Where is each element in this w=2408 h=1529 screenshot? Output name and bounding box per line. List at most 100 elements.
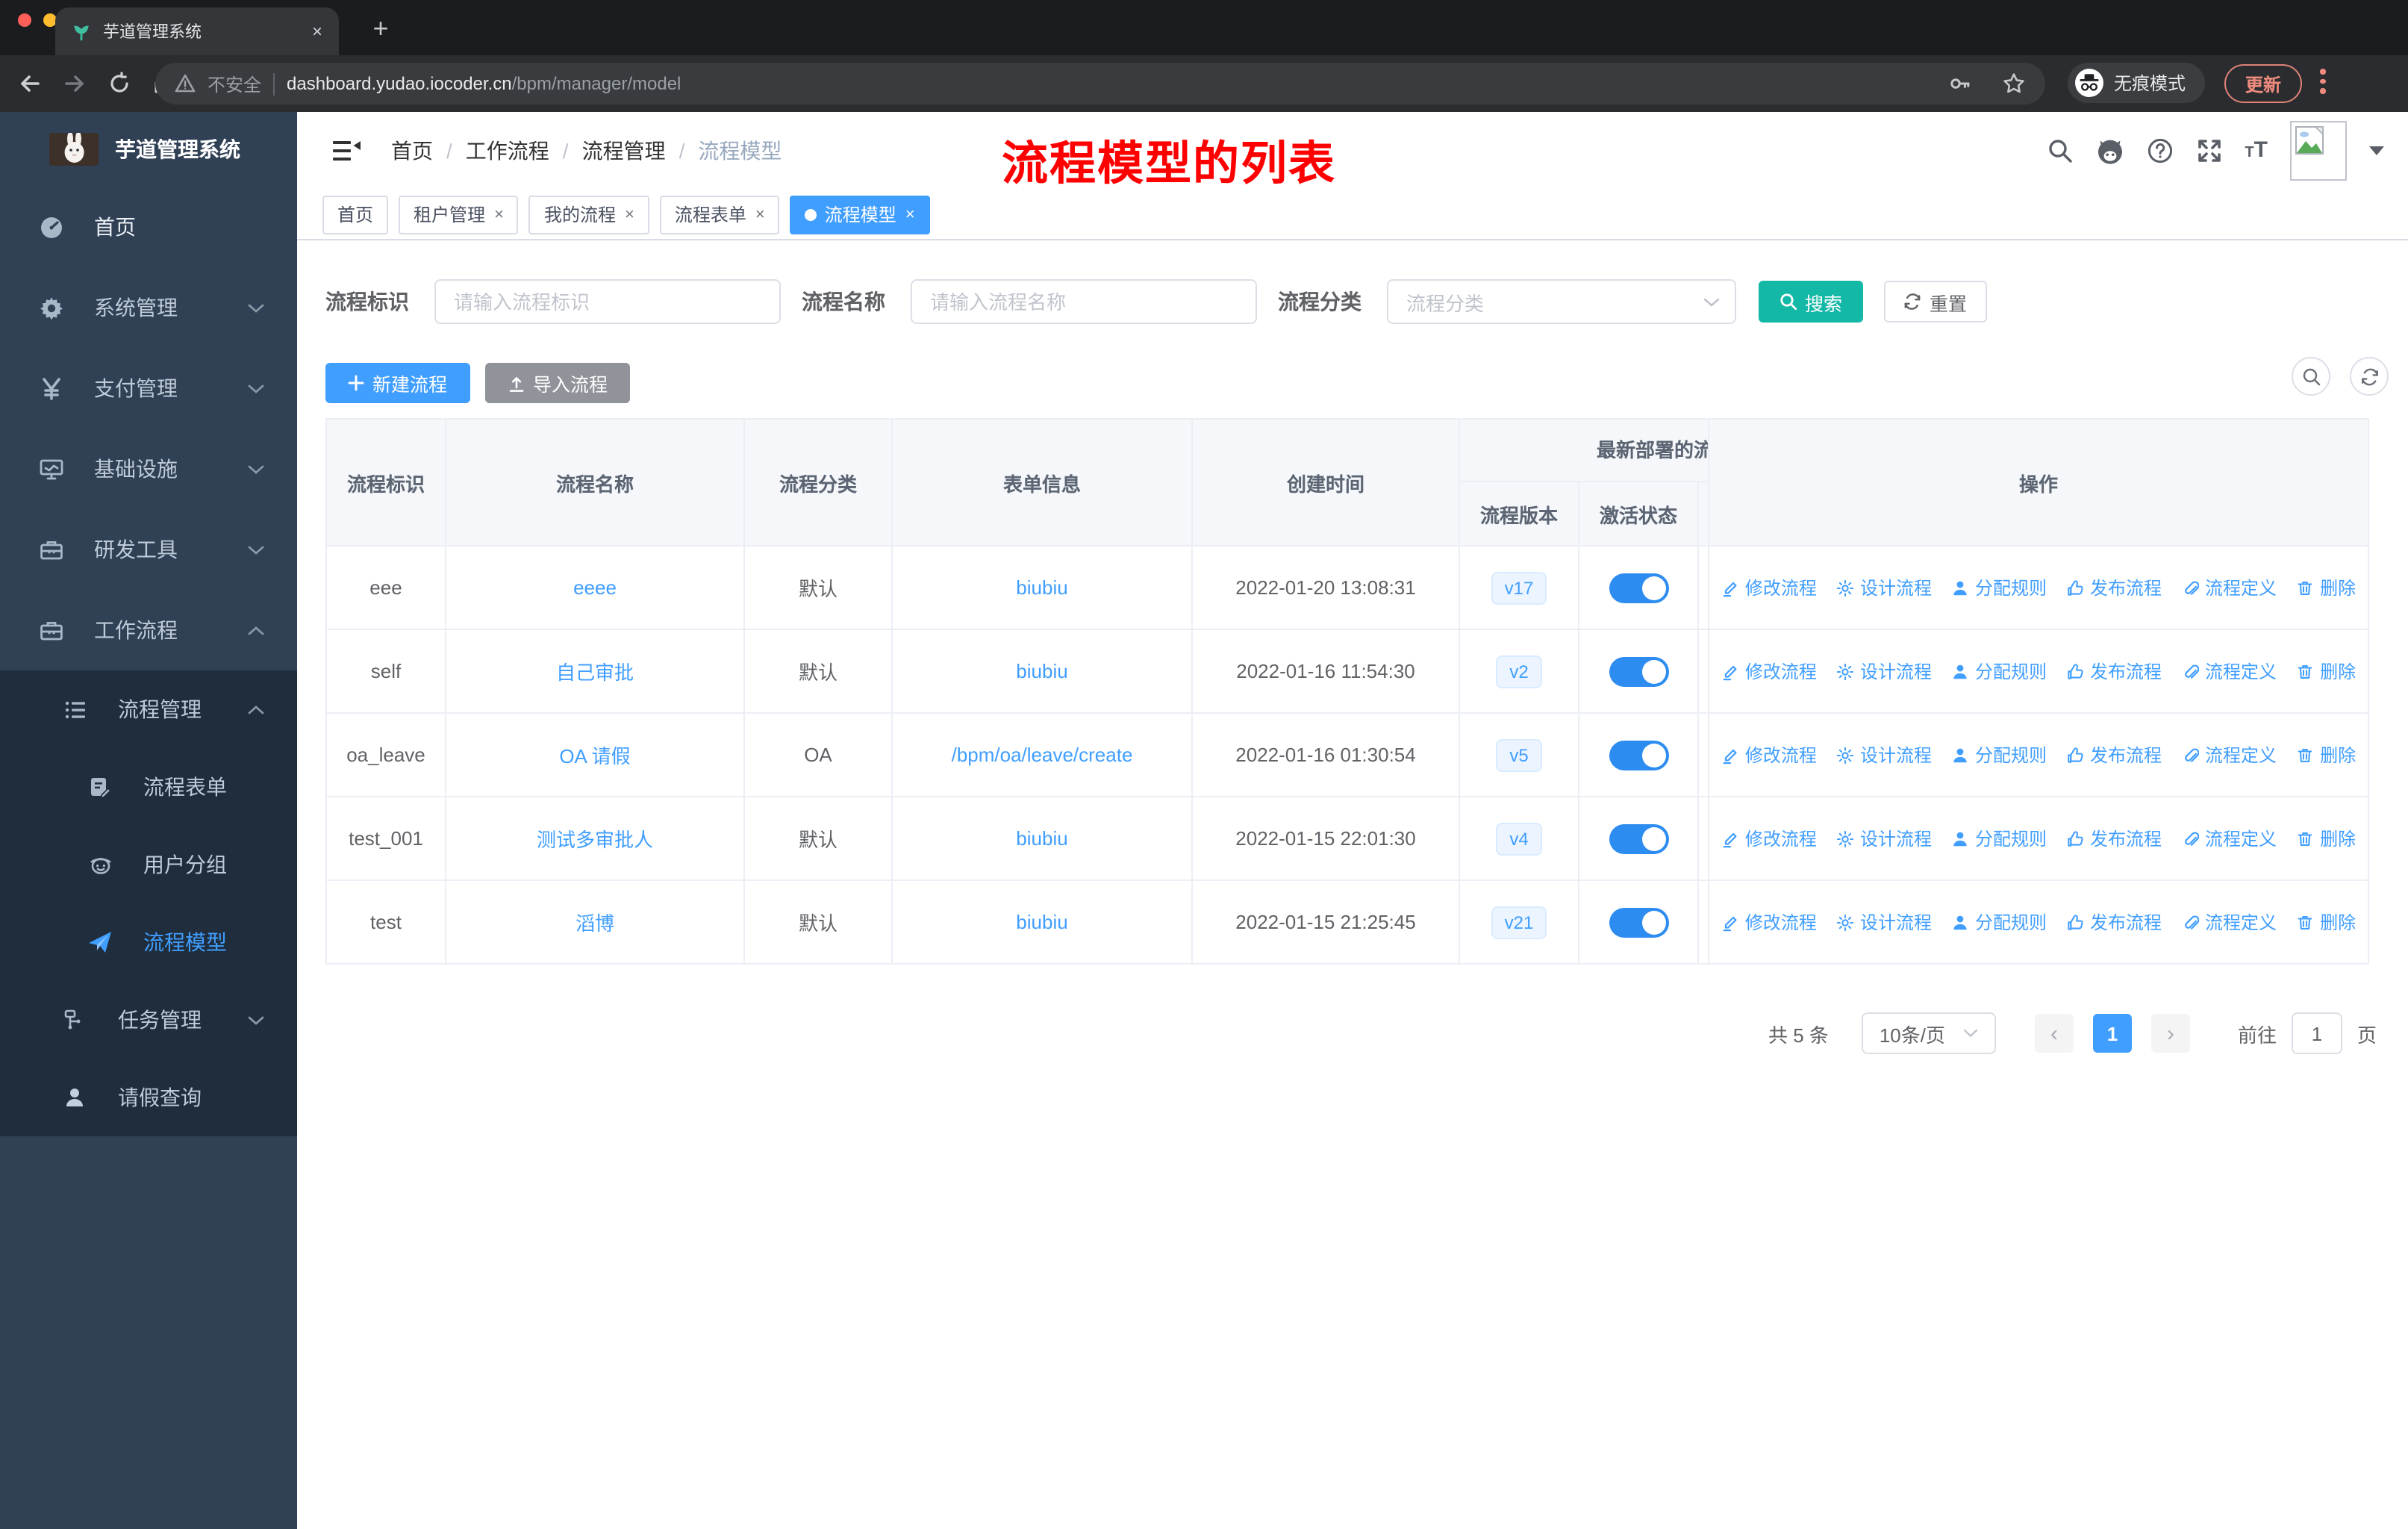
assign-rule-action[interactable]: 分配规则 — [1951, 575, 2047, 600]
sidebar-item-payment[interactable]: 支付管理 — [0, 348, 297, 429]
font-size-icon[interactable]: TT — [2245, 137, 2268, 164]
design-process-action[interactable]: 设计流程 — [1836, 575, 1932, 600]
search-icon[interactable] — [2046, 137, 2073, 164]
new-tab-button[interactable]: + — [363, 10, 399, 46]
update-button[interactable]: 更新 — [2224, 64, 2302, 103]
design-process-action[interactable]: 设计流程 — [1836, 826, 1932, 851]
delete-action[interactable]: 删除 — [2296, 575, 2356, 600]
back-icon[interactable] — [12, 66, 48, 102]
form-info-link[interactable]: /bpm/oa/leave/create — [952, 744, 1133, 766]
goto-page-input[interactable] — [2291, 1012, 2342, 1054]
assign-rule-action[interactable]: 分配规则 — [1951, 658, 2047, 684]
sidebar-item-process-management[interactable]: 流程管理 — [0, 670, 297, 748]
sidebar-item-process-model[interactable]: 流程模型 — [0, 903, 297, 981]
search-button[interactable]: 搜索 — [1759, 281, 1863, 323]
delete-action[interactable]: 删除 — [2296, 658, 2356, 684]
process-definition-action[interactable]: 流程定义 — [2181, 826, 2277, 851]
sidebar-item-system[interactable]: 系统管理 — [0, 267, 297, 348]
deploy-process-action[interactable]: 发布流程 — [2066, 742, 2162, 767]
sidebar-item-infrastructure[interactable]: 基础设施 — [0, 429, 297, 509]
form-info-link[interactable]: biubiu — [1016, 911, 1067, 933]
assign-rule-action[interactable]: 分配规则 — [1951, 742, 2047, 767]
sidebar-item-task-management[interactable]: 任务管理 — [0, 981, 297, 1059]
process-definition-action[interactable]: 流程定义 — [2181, 742, 2277, 767]
design-process-action[interactable]: 设计流程 — [1836, 658, 1932, 684]
close-window-button[interactable] — [18, 13, 31, 27]
process-name-link[interactable]: 自己审批 — [556, 657, 634, 685]
create-process-button[interactable]: 新建流程 — [325, 363, 470, 403]
breadcrumb-item[interactable]: 工作流程 — [466, 136, 549, 166]
modify-process-action[interactable]: 修改流程 — [1721, 658, 1817, 684]
url-text[interactable]: dashboard.yudao.iocoder.cn/bpm/manager/m… — [287, 73, 1918, 94]
modify-process-action[interactable]: 修改流程 — [1721, 742, 1817, 767]
reload-icon[interactable] — [102, 66, 137, 102]
prev-page-button[interactable]: ‹ — [2034, 1014, 2074, 1053]
modify-process-action[interactable]: 修改流程 — [1721, 909, 1817, 935]
form-info-link[interactable]: biubiu — [1016, 827, 1067, 850]
collapse-sidebar-icon[interactable] — [333, 140, 361, 161]
refresh-circle-icon[interactable] — [2350, 357, 2389, 396]
reset-button[interactable]: 重置 — [1884, 281, 1987, 323]
tag-home[interactable]: 首页 — [322, 195, 389, 234]
active-toggle[interactable] — [1609, 740, 1668, 770]
sidebar-item-devtools[interactable]: 研发工具 — [0, 509, 297, 590]
star-icon[interactable] — [2002, 72, 2026, 96]
form-info-link[interactable]: biubiu — [1016, 576, 1067, 599]
tab-close-icon[interactable]: × — [312, 21, 322, 42]
process-key-input[interactable] — [434, 279, 781, 324]
help-icon[interactable] — [2146, 137, 2173, 164]
process-name-input[interactable] — [911, 279, 1257, 324]
current-page-button[interactable]: 1 — [2092, 1014, 2132, 1053]
sidebar-item-workflow[interactable]: 工作流程 — [0, 590, 297, 670]
process-name-link[interactable]: eeee — [573, 576, 617, 599]
process-definition-action[interactable]: 流程定义 — [2181, 575, 2277, 600]
github-icon[interactable] — [2095, 137, 2124, 165]
active-toggle[interactable] — [1609, 573, 1668, 602]
process-definition-action[interactable]: 流程定义 — [2181, 658, 2277, 684]
design-process-action[interactable]: 设计流程 — [1836, 909, 1932, 935]
deploy-process-action[interactable]: 发布流程 — [2066, 826, 2162, 851]
more-menu-icon[interactable] — [2320, 69, 2325, 93]
sidebar-item-leave-query[interactable]: 请假查询 — [0, 1059, 297, 1136]
fullscreen-icon[interactable] — [2195, 137, 2222, 164]
process-name-link[interactable]: OA 请假 — [559, 741, 630, 769]
delete-action[interactable]: 删除 — [2296, 742, 2356, 767]
active-toggle[interactable] — [1609, 656, 1668, 686]
assign-rule-action[interactable]: 分配规则 — [1951, 909, 2047, 935]
breadcrumb-item[interactable]: 首页 — [391, 136, 433, 166]
delete-action[interactable]: 删除 — [2296, 909, 2356, 935]
security-warning-label[interactable]: 不安全 — [208, 71, 261, 96]
deploy-process-action[interactable]: 发布流程 — [2066, 909, 2162, 935]
deploy-process-action[interactable]: 发布流程 — [2066, 575, 2162, 600]
key-icon[interactable] — [1948, 72, 1972, 96]
active-toggle[interactable] — [1609, 823, 1668, 853]
modify-process-action[interactable]: 修改流程 — [1721, 826, 1817, 851]
tag-process-form[interactable]: 流程表单 × — [659, 195, 780, 234]
next-page-button[interactable]: › — [2150, 1014, 2190, 1053]
process-name-link[interactable]: 测试多审批人 — [537, 824, 653, 853]
sidebar-item-process-form[interactable]: 流程表单 — [0, 748, 297, 826]
process-name-link[interactable]: 滔博 — [576, 908, 614, 936]
design-process-action[interactable]: 设计流程 — [1836, 742, 1932, 767]
process-definition-action[interactable]: 流程定义 — [2181, 909, 2277, 935]
deploy-process-action[interactable]: 发布流程 — [2066, 658, 2162, 684]
caret-down-icon[interactable] — [2369, 146, 2384, 155]
assign-rule-action[interactable]: 分配规则 — [1951, 826, 2047, 851]
active-toggle[interactable] — [1609, 907, 1668, 937]
search-circle-icon[interactable] — [2292, 357, 2330, 396]
sidebar-item-user-group[interactable]: 用户分组 — [0, 826, 297, 903]
sidebar-item-home[interactable]: 首页 — [0, 187, 297, 267]
page-size-select[interactable]: 10条/页 — [1861, 1012, 1996, 1054]
address-bar[interactable]: 不安全 dashboard.yudao.iocoder.cn/bpm/manag… — [155, 63, 2045, 105]
breadcrumb-item[interactable]: 流程管理 — [582, 136, 666, 166]
close-icon[interactable]: × — [625, 205, 634, 223]
delete-action[interactable]: 删除 — [2296, 826, 2356, 851]
user-avatar[interactable] — [2290, 121, 2347, 181]
process-category-select[interactable]: 流程分类 — [1387, 279, 1736, 324]
form-info-link[interactable]: biubiu — [1016, 660, 1067, 682]
browser-tab[interactable]: 芋道管理系统 × — [55, 7, 339, 55]
import-process-button[interactable]: 导入流程 — [485, 363, 630, 403]
tag-process-model[interactable]: 流程模型 × — [790, 195, 930, 234]
forward-icon[interactable] — [57, 66, 93, 102]
tag-my-process[interactable]: 我的流程 × — [528, 195, 649, 234]
